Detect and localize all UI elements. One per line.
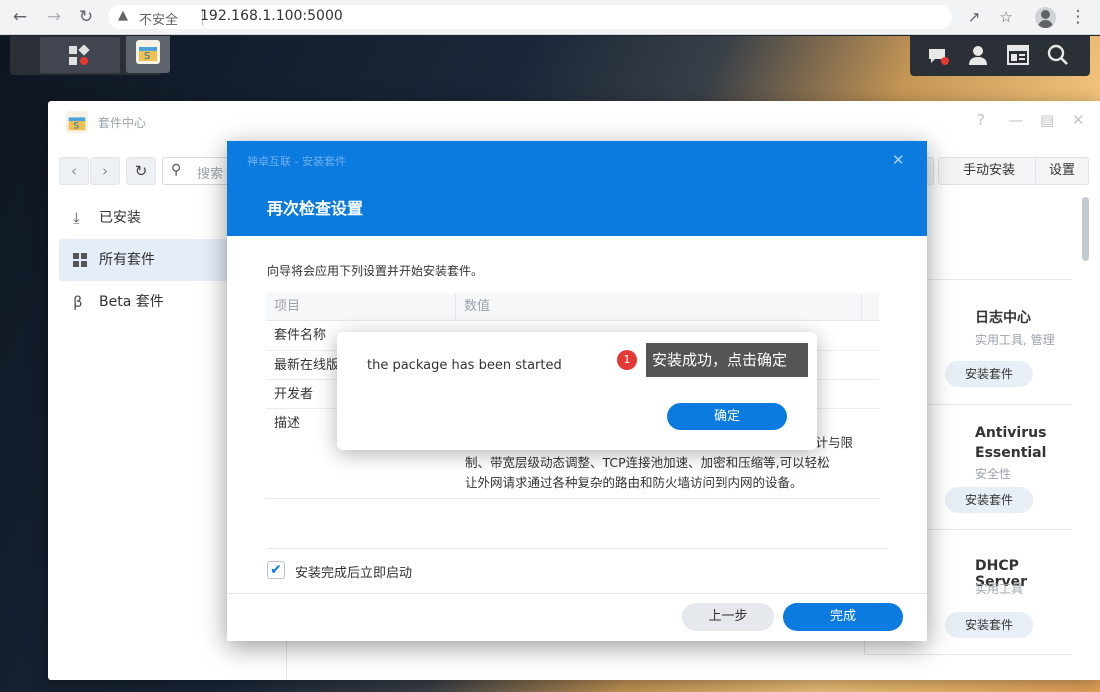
- sidebar-item-label: Beta 套件: [99, 294, 164, 310]
- scrollbar[interactable]: [1082, 197, 1089, 261]
- forward-icon[interactable]: →: [43, 6, 65, 28]
- search-field-icon: ⚲: [171, 162, 182, 178]
- finish-button[interactable]: 完成: [783, 603, 903, 631]
- install-package-button[interactable]: 安装套件: [945, 487, 1033, 513]
- minimize-icon[interactable]: —: [1008, 111, 1023, 129]
- manual-install-button[interactable]: 手动安装: [938, 157, 1040, 185]
- browser-menu-icon[interactable]: ⋮: [1067, 6, 1089, 28]
- back-icon[interactable]: ←: [9, 6, 31, 28]
- notification-icon[interactable]: [926, 44, 950, 68]
- package-center-icon: S: [136, 40, 160, 64]
- step-number-badge: 1: [617, 350, 637, 370]
- profile-avatar[interactable]: [1035, 7, 1056, 28]
- close-window-icon[interactable]: ✕: [1072, 111, 1085, 129]
- table-header-value: 数值: [456, 293, 862, 321]
- search-icon[interactable]: [1046, 44, 1070, 68]
- previous-button[interactable]: 上一步: [682, 603, 774, 631]
- package-category: 安全性: [975, 467, 1012, 481]
- user-icon[interactable]: [966, 44, 990, 68]
- dialog-title: 再次检查设置: [267, 199, 364, 218]
- package-category: 实用工具: [975, 582, 1024, 596]
- sidebar-item-installed[interactable]: ⤓ 已安装: [59, 197, 229, 239]
- download-icon: ⤓: [73, 209, 80, 227]
- ok-button[interactable]: 确定: [667, 403, 787, 430]
- refresh-button[interactable]: ↻: [126, 157, 156, 185]
- package-center-window-icon: S: [66, 111, 88, 133]
- svg-text:S: S: [144, 51, 150, 62]
- search-input[interactable]: ⚲ 搜索: [162, 157, 232, 185]
- package-category: 实用工具, 管理: [975, 333, 1055, 347]
- nav-back-button[interactable]: ‹: [59, 157, 89, 185]
- table-header-end: [862, 293, 879, 321]
- description-line: 让外网请求通过各种复杂的路由和防火墙访问到内网的设备。: [465, 475, 803, 490]
- dialog-subtitle: 神卓互联 - 安装套件: [247, 155, 346, 168]
- insecure-label: 不安全: [139, 13, 179, 28]
- description-line: 制、带宽层级动态调整、TCP连接池加速、加密和压缩等,可以轻松: [465, 455, 830, 470]
- sidebar-item-all-packages[interactable]: 所有套件: [59, 239, 229, 281]
- bookmark-star-icon[interactable]: ☆: [995, 6, 1017, 28]
- nav-forward-button[interactable]: ›: [90, 157, 120, 185]
- maximize-icon[interactable]: ▤: [1040, 111, 1054, 129]
- warning-icon: ▲: [118, 8, 128, 23]
- sidebar-item-beta[interactable]: β Beta 套件: [59, 281, 229, 323]
- start-after-install-label: 安装完成后立即启动: [295, 566, 413, 581]
- settings-button[interactable]: 设置: [1035, 157, 1089, 185]
- taskbar-package-center[interactable]: S: [126, 36, 170, 73]
- table-header-item: 项目: [266, 293, 456, 321]
- share-icon[interactable]: ↗: [963, 6, 985, 28]
- help-icon[interactable]: ?: [977, 111, 985, 129]
- beta-icon: β: [73, 293, 83, 311]
- browser-toolbar: ← → ↻ ▲ 不安全 192.168.1.100:5000 ↗ ☆ ⋮: [0, 0, 1100, 35]
- url-text[interactable]: 192.168.1.100:5000: [200, 8, 343, 24]
- dialog-intro: 向导将会应用下列设置并开始安装套件。: [267, 264, 484, 278]
- divider: [267, 548, 887, 549]
- widgets-icon[interactable]: [1006, 44, 1030, 68]
- install-package-button[interactable]: 安装套件: [945, 612, 1033, 638]
- start-after-install-checkbox[interactable]: ✔: [267, 561, 285, 579]
- message-text: the package has been started: [367, 358, 562, 373]
- svg-text:S: S: [73, 120, 79, 131]
- package-name: Antivirus Essential: [975, 425, 1047, 461]
- dialog-header: 神卓互联 - 安装套件 再次检查设置 ✕: [227, 141, 927, 236]
- main-menu-button[interactable]: [40, 37, 120, 73]
- close-icon[interactable]: ✕: [892, 151, 905, 169]
- package-name: 日志中心: [975, 310, 1031, 326]
- search-placeholder: 搜索: [197, 167, 224, 182]
- taskbar-left: S: [10, 36, 170, 75]
- sidebar-item-label: 所有套件: [99, 252, 155, 268]
- address-bar[interactable]: ▲ 不安全 192.168.1.100:5000: [108, 5, 952, 29]
- window-title: 套件中心: [98, 116, 147, 130]
- install-package-button[interactable]: 安装套件: [945, 361, 1033, 387]
- reload-icon[interactable]: ↻: [75, 6, 97, 28]
- sidebar-item-label: 已安装: [99, 210, 141, 226]
- apps-grid-icon: [68, 44, 90, 65]
- grid-icon: [73, 239, 87, 283]
- taskbar-right: [910, 36, 1090, 76]
- annotation-callout: 安装成功，点击确定: [646, 343, 808, 377]
